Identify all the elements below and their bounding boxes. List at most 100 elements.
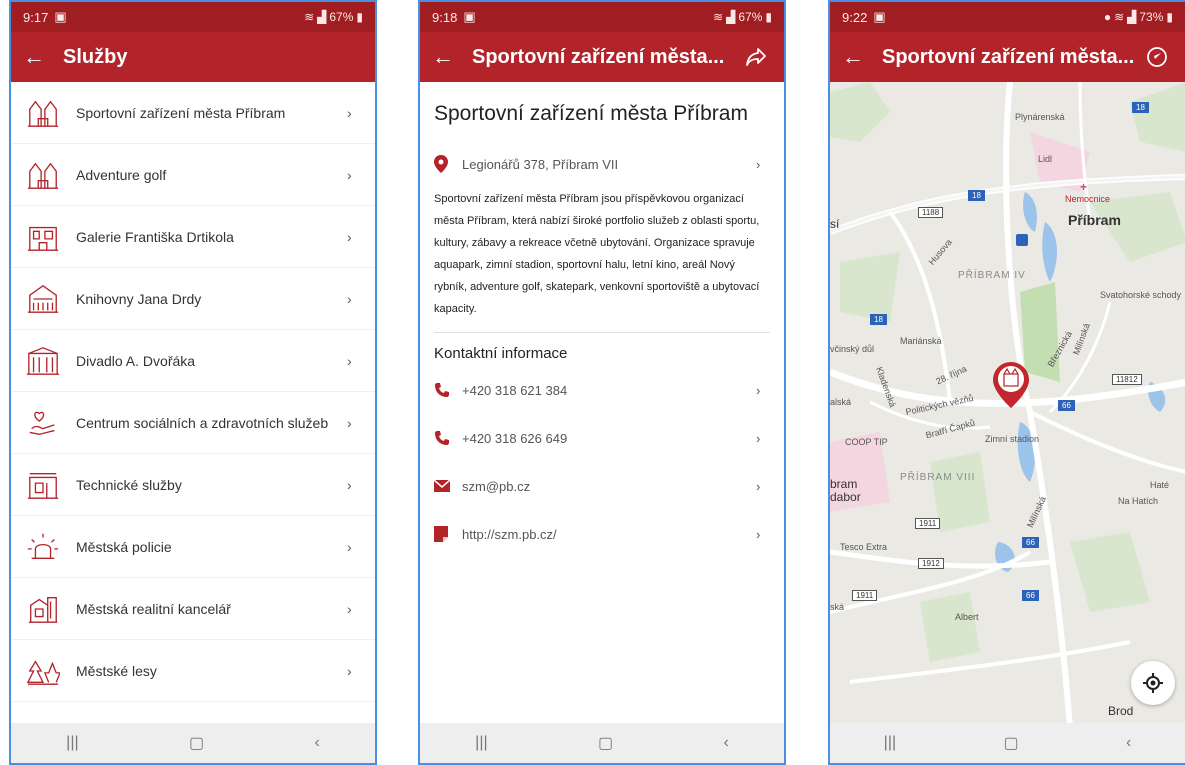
address-text: Legionářů 378, Příbram VII bbox=[462, 156, 619, 172]
phone-icon bbox=[434, 382, 462, 398]
chevron-right-icon: › bbox=[347, 228, 352, 245]
castle-icon bbox=[25, 95, 61, 131]
wifi-icon: ≋ bbox=[713, 10, 724, 24]
navigate-icon[interactable] bbox=[1141, 46, 1173, 68]
status-bar: 9:18 ▣ ≋ ▟ 67% ▮ bbox=[420, 2, 784, 32]
care-hands-icon bbox=[25, 405, 61, 441]
chevron-right-icon: › bbox=[347, 290, 352, 307]
theatre-icon bbox=[25, 343, 61, 379]
signal-icon: ▟ bbox=[1127, 10, 1137, 24]
map-label: Svatohorské schody bbox=[1100, 290, 1182, 300]
service-list-item[interactable]: Sportovní zařízení města Příbram › bbox=[11, 82, 375, 144]
station-icon bbox=[1016, 234, 1028, 246]
road-number-1912: 1912 bbox=[918, 558, 944, 569]
map-screen: 9:22 ▣ ● ≋ ▟ 73% ▮ ← Sportovní zařízení … bbox=[828, 0, 1185, 765]
map-label: Mariánská bbox=[900, 336, 942, 346]
status-bar: 9:17 ▣ ≋ ▟ 67% ▮ bbox=[11, 2, 375, 32]
signal-icon: ▟ bbox=[317, 10, 327, 24]
services-screen: 9:17 ▣ ≋ ▟ 67% ▮ ← Služby Sportovní zaří… bbox=[9, 0, 377, 765]
app-bar: ← Sportovní zařízení města... bbox=[830, 32, 1185, 82]
status-time: 9:17 bbox=[23, 9, 49, 25]
map-label: ská bbox=[830, 602, 845, 612]
service-label: Městské lesy bbox=[76, 662, 157, 679]
contact-list: +420 318 621 384 › +420 318 626 649 › sz… bbox=[434, 366, 770, 558]
status-time: 9:18 bbox=[432, 9, 458, 25]
signal-icon: ▟ bbox=[726, 10, 736, 24]
back-arrow-icon[interactable]: ← bbox=[23, 44, 63, 70]
service-list-item[interactable]: Knihovny Jana Drdy › bbox=[11, 268, 375, 330]
map-label: včinský důl bbox=[830, 344, 875, 354]
road-number-66: 66 bbox=[1022, 590, 1039, 601]
service-list-item[interactable]: Městská realitní kancelář › bbox=[11, 578, 375, 640]
battery-icon: ▮ bbox=[765, 10, 772, 24]
my-location-icon bbox=[1143, 673, 1163, 693]
service-label: Divadlo A. Dvořáka bbox=[76, 352, 196, 369]
detail-content: Sportovní zařízení města Příbram Legioná… bbox=[420, 102, 784, 558]
page-title: Sportovní zařízení města... bbox=[882, 45, 1135, 68]
image-notification-icon: ▣ bbox=[463, 9, 476, 24]
map-label: Tesco Extra bbox=[840, 542, 888, 552]
service-label: Galerie Františka Drtikola bbox=[76, 228, 234, 245]
page-title: Služby bbox=[63, 45, 128, 68]
map-label: bram bbox=[830, 477, 858, 491]
back-button[interactable]: ‹ bbox=[1126, 734, 1131, 752]
service-label: Sportovní zařízení města Příbram bbox=[76, 104, 286, 121]
service-list-item[interactable]: Centrum sociálních a zdravotních služeb … bbox=[11, 392, 375, 454]
recent-apps-button[interactable]: ||| bbox=[475, 734, 487, 752]
service-list-item[interactable]: Galerie Františka Drtikola › bbox=[11, 206, 375, 268]
web-contact-row[interactable]: http://szm.pb.cz/ › bbox=[434, 510, 770, 558]
phone-contact-row[interactable]: +420 318 621 384 › bbox=[434, 366, 770, 414]
map-label: Brod bbox=[1108, 704, 1134, 718]
service-list-item[interactable]: Technické služby › bbox=[11, 454, 375, 516]
service-label: Knihovny Jana Drdy bbox=[76, 290, 202, 307]
service-label: Městská policie bbox=[76, 538, 172, 555]
chevron-right-icon: › bbox=[756, 382, 761, 398]
map-marker-pin-icon[interactable] bbox=[993, 362, 1029, 408]
home-button[interactable]: ▢ bbox=[598, 733, 613, 753]
road-number-1188: 1188 bbox=[918, 207, 944, 218]
location-pin-icon bbox=[434, 155, 462, 173]
back-button[interactable]: ‹ bbox=[314, 734, 319, 752]
app-bar: ← Sportovní zařízení města... bbox=[420, 32, 784, 82]
technical-building-icon bbox=[25, 467, 61, 503]
email-contact-row[interactable]: szm@pb.cz › bbox=[434, 462, 770, 510]
road-number-1911: 1911 bbox=[915, 518, 941, 529]
real-estate-icon bbox=[25, 591, 61, 627]
back-arrow-icon[interactable]: ← bbox=[842, 44, 882, 70]
home-button[interactable]: ▢ bbox=[189, 733, 204, 753]
chevron-right-icon: › bbox=[347, 662, 352, 679]
map-label: Albert bbox=[955, 612, 979, 622]
road-number-18: 18 bbox=[870, 314, 887, 325]
recent-apps-button[interactable]: ||| bbox=[884, 734, 896, 752]
service-list-item[interactable]: Divadlo A. Dvořáka › bbox=[11, 330, 375, 392]
contact-section-title: Kontaktní informace bbox=[434, 345, 568, 362]
service-label: Městská realitní kancelář bbox=[76, 600, 231, 617]
chevron-right-icon: › bbox=[347, 352, 352, 369]
recent-apps-button[interactable]: ||| bbox=[66, 734, 78, 752]
wifi-icon: ≋ bbox=[1114, 10, 1125, 24]
chevron-right-icon: › bbox=[347, 476, 352, 493]
map-view[interactable]: Plynárenská Lidl Nemocnice Příbram Husov… bbox=[830, 82, 1185, 723]
chevron-right-icon: › bbox=[347, 166, 352, 183]
share-icon[interactable] bbox=[740, 47, 772, 67]
back-arrow-icon[interactable]: ← bbox=[432, 44, 472, 70]
chevron-right-icon: › bbox=[756, 478, 761, 494]
map-label: Příbram bbox=[1068, 212, 1121, 228]
my-location-button[interactable] bbox=[1131, 661, 1175, 705]
service-list-item[interactable]: Městská policie › bbox=[11, 516, 375, 578]
phone-contact-row[interactable]: +420 318 626 649 › bbox=[434, 414, 770, 462]
service-list-item[interactable]: Adventure golf › bbox=[11, 144, 375, 206]
service-list-item[interactable]: Městské lesy › bbox=[11, 640, 375, 702]
service-label: Technické služby bbox=[76, 476, 182, 493]
wifi-icon: ≋ bbox=[304, 10, 315, 24]
service-label: Adventure golf bbox=[76, 166, 167, 183]
map-label: sí bbox=[830, 217, 840, 231]
forest-icon bbox=[25, 653, 61, 689]
phone-icon bbox=[434, 430, 462, 446]
address-row[interactable]: Legionářů 378, Příbram VII › bbox=[434, 140, 770, 188]
home-button[interactable]: ▢ bbox=[1004, 733, 1019, 753]
map-label: Haté bbox=[1150, 480, 1170, 490]
chevron-right-icon: › bbox=[347, 538, 352, 555]
map-label: PŘÍBRAM VIII bbox=[900, 472, 976, 483]
back-button[interactable]: ‹ bbox=[723, 734, 728, 752]
